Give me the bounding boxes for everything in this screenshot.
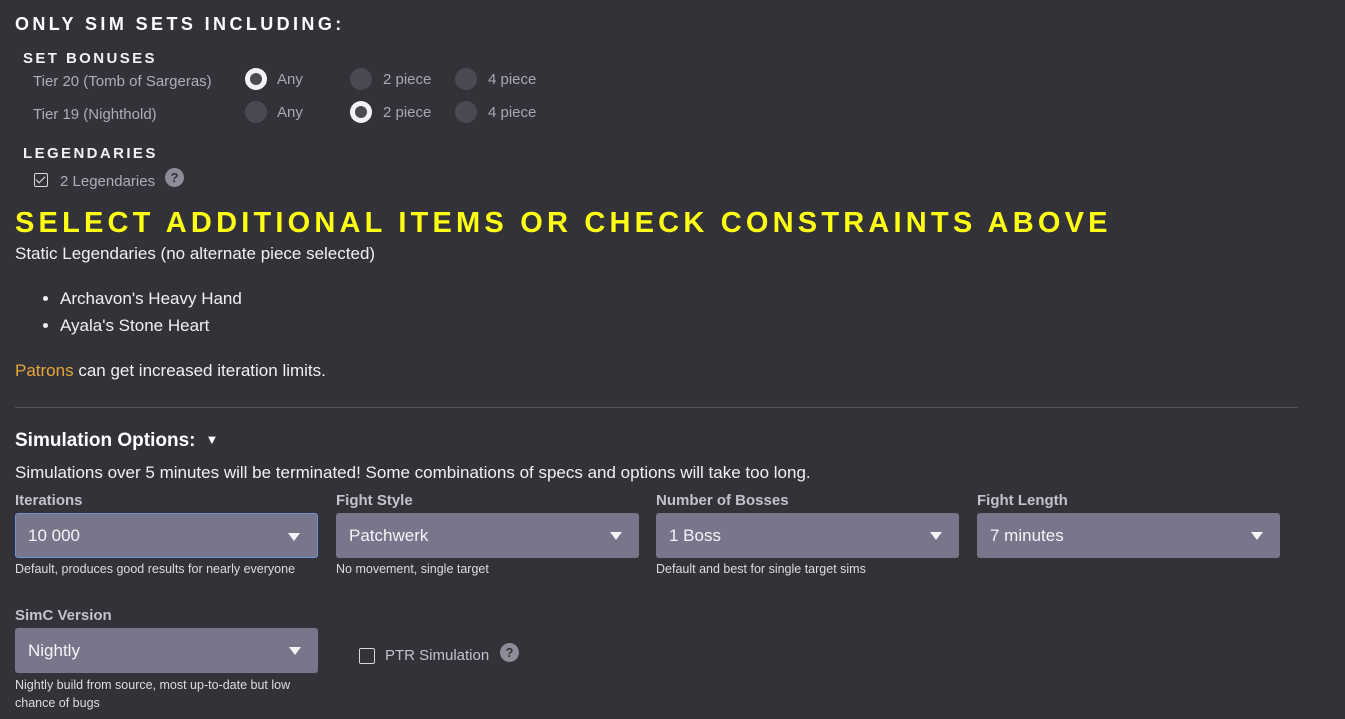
- tier20-2piece-label: 2 piece: [383, 71, 432, 88]
- dropdown-arrow-icon: [1251, 532, 1263, 540]
- tier19-4piece-label: 4 piece: [488, 104, 537, 121]
- simc-version-hint: Nightly build from source, most up-to-da…: [15, 678, 291, 710]
- tier20-4piece-label: 4 piece: [488, 71, 537, 88]
- list-item: Ayala's Stone Heart: [60, 314, 242, 341]
- simulation-warning: Simulations over 5 minutes will be termi…: [15, 463, 811, 482]
- iterations-label: Iterations: [15, 492, 83, 509]
- tier20-2piece-radio[interactable]: [350, 68, 372, 90]
- simulation-options-title: Simulation Options:: [15, 430, 196, 451]
- fight-style-select[interactable]: Patchwerk: [336, 513, 639, 558]
- tier20-label: Tier 20 (Tomb of Sargeras): [33, 73, 212, 90]
- legendaries-heading: LEGENDARIES: [23, 145, 158, 162]
- simulation-options-toggle[interactable]: Simulation Options: ▼: [15, 430, 218, 452]
- section-divider: [15, 407, 1298, 408]
- simc-version-value: Nightly: [28, 641, 80, 660]
- tier20-any-label: Any: [277, 71, 303, 88]
- iterations-hint: Default, produces good results for nearl…: [15, 562, 296, 576]
- patrons-link[interactable]: Patrons: [15, 361, 74, 380]
- iterations-select[interactable]: 10 000: [15, 513, 318, 558]
- constraint-warning-headline: SELECT ADDITIONAL ITEMS OR CHECK CONSTRA…: [15, 207, 1112, 239]
- dropdown-arrow-icon: [288, 533, 300, 541]
- dropdown-arrow-icon: [289, 647, 301, 655]
- tier19-any-label: Any: [277, 104, 303, 121]
- two-legendaries-label: 2 Legendaries: [60, 173, 156, 190]
- fight-length-value: 7 minutes: [990, 526, 1064, 545]
- number-of-bosses-hint: Default and best for single target sims: [656, 562, 866, 576]
- patrons-text: can get increased iteration limits.: [73, 361, 326, 380]
- patrons-line: Patrons can get increased iteration limi…: [15, 361, 326, 381]
- tier20-4piece-radio[interactable]: [455, 68, 477, 90]
- tier19-2piece-label: 2 piece: [383, 104, 432, 121]
- fight-style-label: Fight Style: [336, 492, 413, 509]
- static-legendaries-text: Static Legendaries (no alternate piece s…: [15, 244, 376, 263]
- ptr-simulation-checkbox[interactable]: [359, 648, 375, 664]
- simc-version-select[interactable]: Nightly: [15, 628, 318, 673]
- list-item: Archavon's Heavy Hand: [60, 287, 242, 314]
- legendaries-help-icon[interactable]: ?: [165, 168, 184, 187]
- page-title: ONLY SIM SETS INCLUDING:: [15, 14, 345, 34]
- ptr-help-icon[interactable]: ?: [500, 643, 519, 662]
- fight-length-label: Fight Length: [977, 492, 1068, 509]
- dropdown-arrow-icon: [930, 532, 942, 540]
- dropdown-arrow-icon: [610, 532, 622, 540]
- tier19-any-radio[interactable]: [245, 101, 267, 123]
- ptr-simulation-label: PTR Simulation: [385, 647, 490, 664]
- fight-style-hint: No movement, single target: [336, 562, 489, 576]
- tier19-4piece-radio[interactable]: [455, 101, 477, 123]
- simc-version-label: SimC Version: [15, 607, 112, 624]
- number-of-bosses-select[interactable]: 1 Boss: [656, 513, 959, 558]
- fight-style-value: Patchwerk: [349, 526, 429, 545]
- set-bonuses-heading: SET BONUSES: [23, 50, 157, 67]
- tier19-2piece-radio[interactable]: [350, 101, 372, 123]
- caret-down-icon: ▼: [205, 432, 219, 447]
- tier19-label: Tier 19 (Nighthold): [33, 106, 157, 123]
- number-of-bosses-label: Number of Bosses: [656, 492, 789, 509]
- tier20-any-radio[interactable]: [245, 68, 267, 90]
- static-legendaries-list: Archavon's Heavy Hand Ayala's Stone Hear…: [15, 287, 242, 341]
- number-of-bosses-value: 1 Boss: [669, 526, 721, 545]
- fight-length-select[interactable]: 7 minutes: [977, 513, 1280, 558]
- two-legendaries-checkbox[interactable]: [34, 173, 48, 187]
- iterations-value: 10 000: [28, 526, 80, 545]
